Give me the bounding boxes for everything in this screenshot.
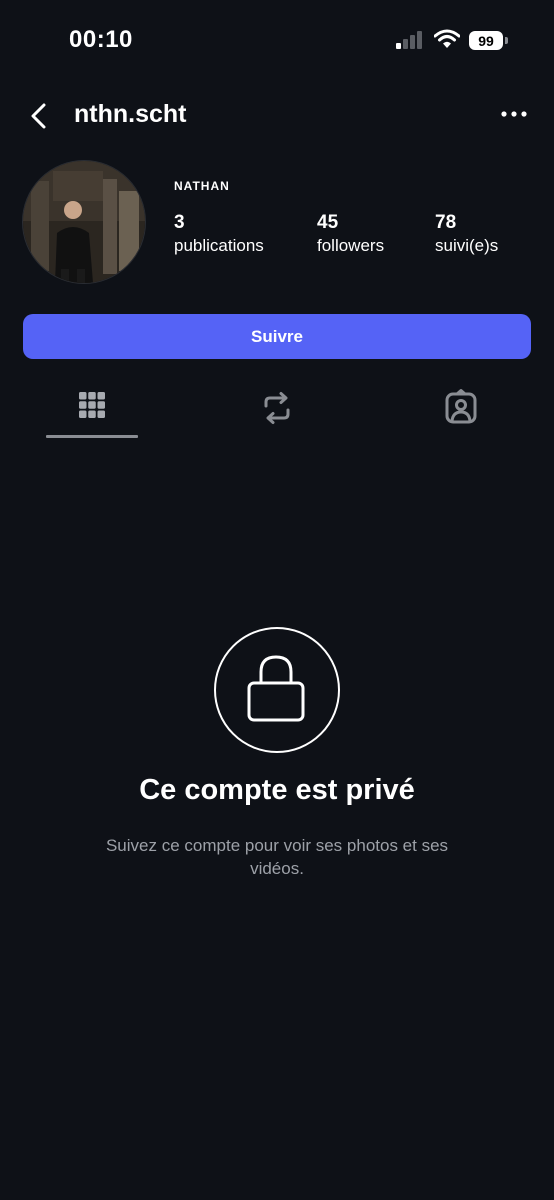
stat-label: suivi(e)s: [435, 236, 499, 255]
status-bar: 00:10 99: [0, 0, 554, 80]
stat-label: followers: [317, 236, 385, 255]
profile-header: nthn.scht: [0, 90, 554, 140]
avatar[interactable]: [22, 160, 146, 284]
grid-icon[interactable]: [72, 388, 112, 428]
stat-posts[interactable]: 3 publications: [174, 212, 264, 256]
battery-icon: 99: [469, 31, 503, 50]
chevron-left-icon[interactable]: [22, 98, 58, 134]
battery-level: 99: [478, 32, 494, 49]
private-title: Ce compte est privé: [139, 774, 415, 806]
active-tab-indicator: [46, 435, 138, 438]
private-description: Suivez ce compte pour voir ses photos et…: [105, 836, 449, 878]
tagged-person-icon[interactable]: [441, 388, 481, 428]
signal-icon: [396, 31, 422, 49]
stat-followers[interactable]: 45 followers: [317, 212, 384, 256]
page-title: nthn.scht: [74, 100, 187, 128]
battery-tip: [505, 37, 508, 44]
lock-icon: [247, 655, 305, 722]
stat-value: 45: [317, 212, 339, 233]
display-name: NATHAN: [174, 179, 230, 193]
more-horizontal-icon[interactable]: [497, 102, 531, 126]
status-time: 00:10: [69, 26, 133, 53]
stat-label: publications: [174, 236, 264, 255]
wifi-icon: [434, 29, 460, 48]
repost-icon[interactable]: [257, 388, 297, 428]
follow-button[interactable]: Suivre: [23, 314, 531, 359]
stat-value: 3: [174, 212, 185, 233]
stat-following[interactable]: 78 suivi(e)s: [435, 212, 498, 256]
avatar-photo: [23, 161, 145, 283]
stat-value: 78: [435, 212, 457, 233]
